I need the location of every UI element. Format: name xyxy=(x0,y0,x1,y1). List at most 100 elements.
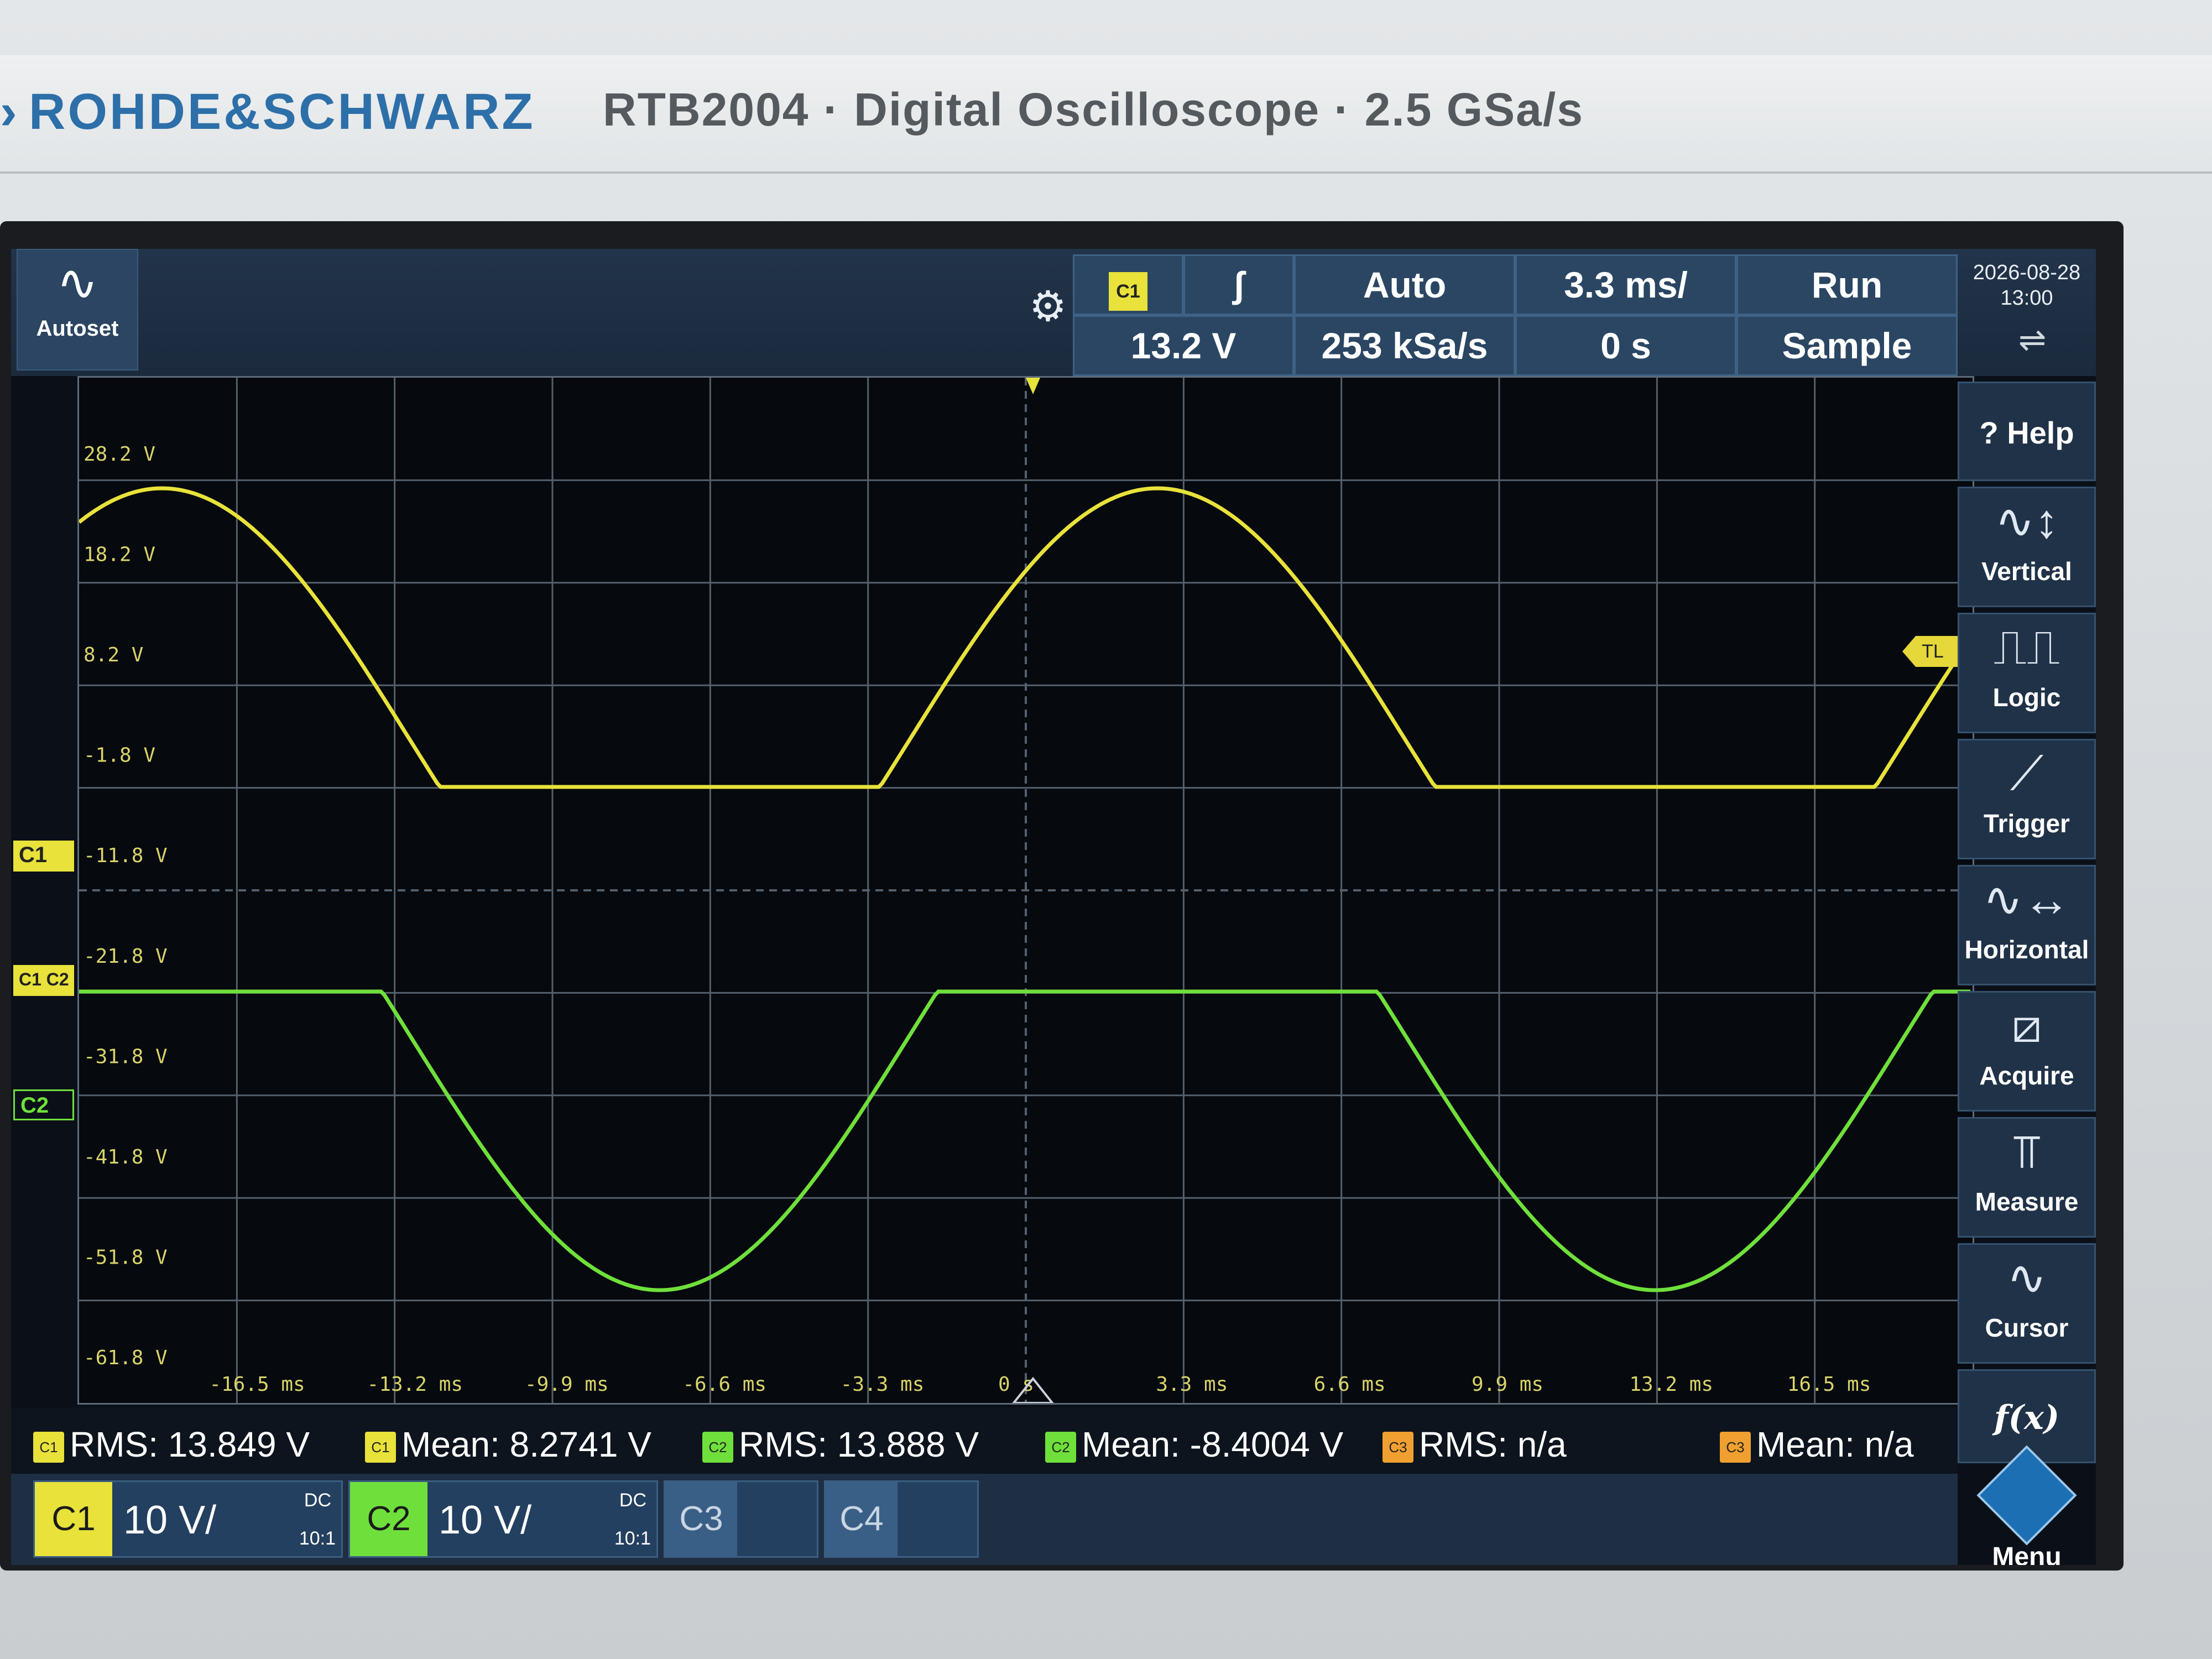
channel-scale: 10 V/ xyxy=(123,1498,217,1542)
meas-tag: C2 xyxy=(702,1432,733,1463)
grid-lines xyxy=(79,378,1973,1403)
meas-c3-rms[interactable]: C3 RMS: n/a xyxy=(1383,1424,1567,1465)
rising-edge-icon: ʃ xyxy=(1233,264,1245,305)
run-state-cell[interactable]: Run xyxy=(1736,254,1958,315)
meas-value: Mean: -8.4004 V xyxy=(1082,1425,1344,1464)
brand-name: ROHDE&SCHWARZ xyxy=(29,84,535,140)
x-axis-label: -9.9 ms xyxy=(525,1373,609,1396)
x-axis-label: 13.2 ms xyxy=(1629,1373,1713,1396)
channel-id: C1 xyxy=(35,1482,112,1556)
y-axis-label: 8.2 V xyxy=(84,644,143,666)
sample-rate-cell[interactable]: 253 kSa/s xyxy=(1294,315,1515,376)
channel-coupling: DC xyxy=(619,1490,646,1511)
y-axis-label: -51.8 V xyxy=(84,1246,168,1269)
trigger-button[interactable]: ⟋ Trigger xyxy=(1958,739,2096,859)
side-menu: ? Help ∿↕ Vertical ⎍⎍ Logic ⟋ Trigger ∿↔… xyxy=(1958,382,2096,1565)
meas-c2-rms[interactable]: C2 RMS: 13.888 V xyxy=(702,1424,979,1465)
acquisition-mode-cell[interactable]: Sample xyxy=(1736,315,1958,376)
logic-label: Logic xyxy=(1992,683,2061,712)
trigger-label: Trigger xyxy=(1984,809,2070,838)
x-axis-label: 16.5 ms xyxy=(1787,1373,1871,1396)
x-axis-labels: -16.5 ms -13.2 ms -9.9 ms -6.6 ms -3.3 ms 0 s… xyxy=(209,1373,1871,1396)
meas-value: RMS: n/a xyxy=(1419,1425,1567,1464)
meas-tag: C1 xyxy=(365,1432,396,1463)
measure-button[interactable]: ⫪ Measure xyxy=(1958,1117,2096,1238)
channel-id: C2 xyxy=(350,1482,427,1556)
y-axis-label: 18.2 V xyxy=(84,544,155,566)
x-axis-label: -6.6 ms xyxy=(682,1373,766,1396)
autoset-icon: ∿ xyxy=(56,255,98,311)
trigger-icon: ⟋ xyxy=(2010,747,2044,800)
trigger-slope-cell[interactable]: ʃ xyxy=(1183,254,1294,315)
y-axis-label: -11.8 V xyxy=(84,844,168,867)
channel-probe: 10:1 xyxy=(614,1528,651,1549)
acquire-icon: ⧄ xyxy=(2011,999,2042,1052)
y-axis-label: -31.8 V xyxy=(84,1045,168,1068)
logic-button[interactable]: ⎍⎍ Logic xyxy=(1958,613,2096,733)
settings-gear-icon[interactable]: ⚙ xyxy=(1023,282,1073,332)
meas-value: Mean: 8.2741 V xyxy=(401,1425,651,1464)
meas-c2-mean[interactable]: C2 Mean: -8.4004 V xyxy=(1045,1424,1343,1465)
y-axis-label: -61.8 V xyxy=(84,1347,168,1369)
measure-icon: ⫪ xyxy=(2013,1125,2041,1178)
meas-tag: C3 xyxy=(1720,1432,1751,1463)
trigger-source-badge: C1 xyxy=(1109,272,1147,311)
menu-button[interactable]: Menu xyxy=(1958,1445,2096,1565)
waveform-grid[interactable]: 28.2 V 18.2 V 8.2 V -1.8 V -11.8 V -21.8 V -31… xyxy=(77,376,1974,1405)
y-axis-label: 28.2 V xyxy=(84,443,155,466)
y-axis-label: -41.8 V xyxy=(84,1146,168,1168)
c2-level-marker[interactable]: C2 xyxy=(13,1089,74,1120)
date-time: 2026-08-28 13:00 xyxy=(1963,260,2090,311)
x-axis-label: 6.6 ms xyxy=(1314,1373,1386,1396)
vertical-label: Vertical xyxy=(1981,557,2072,586)
channel-c3-tile[interactable]: C3 xyxy=(664,1480,818,1558)
meas-c1-mean[interactable]: C1 Mean: 8.2741 V xyxy=(365,1424,651,1465)
help-label: ? Help xyxy=(1979,415,2074,450)
meas-value: Mean: n/a xyxy=(1756,1425,1914,1464)
meas-tag: C3 xyxy=(1383,1432,1413,1463)
usb-icon: ⇌ xyxy=(2018,321,2047,358)
trigger-source-cell[interactable]: C1 xyxy=(1073,254,1183,315)
y-axis-labels: 28.2 V 18.2 V 8.2 V -1.8 V -11.8 V -21.8 V -31… xyxy=(84,443,168,1369)
channel-id: C3 xyxy=(665,1482,737,1556)
horizontal-label: Horizontal xyxy=(1964,935,2089,964)
horizontal-button[interactable]: ∿↔ Horizontal xyxy=(1958,865,2096,985)
y-axis-label: -21.8 V xyxy=(84,945,168,968)
vertical-button[interactable]: ∿↕ Vertical xyxy=(1958,487,2096,607)
time-offset-cell[interactable]: 0 s xyxy=(1515,315,1736,376)
autoset-button[interactable]: ∿ Autoset xyxy=(17,249,138,371)
meas-tag: C2 xyxy=(1045,1432,1076,1463)
date-text: 2026-08-28 xyxy=(1973,261,2081,284)
c1-level-marker[interactable]: C1 xyxy=(13,841,74,872)
trigger-position-marker xyxy=(1026,378,1040,394)
x-axis-label: -3.3 ms xyxy=(841,1373,925,1396)
horizontal-icon: ∿↔ xyxy=(1983,873,2071,926)
c1-c2-offset-marker[interactable]: C1 C2 xyxy=(13,965,74,996)
channel-coupling: DC xyxy=(304,1490,331,1511)
x-axis-label: 9.9 ms xyxy=(1472,1373,1543,1396)
trigger-level-cell[interactable]: 13.2 V xyxy=(1073,315,1294,376)
help-button[interactable]: ? Help xyxy=(1958,382,2096,481)
cursor-button[interactable]: ∿ Cursor xyxy=(1958,1243,2096,1364)
measurement-bar: C1 RMS: 13.849 V C1 Mean: 8.2741 V C2 RMS: … xyxy=(11,1407,1958,1479)
channel-c4-tile[interactable]: C4 xyxy=(824,1480,979,1558)
waveform-canvas: 28.2 V 18.2 V 8.2 V -1.8 V -11.8 V -21.8 V -31… xyxy=(79,378,1973,1403)
channel-c2-tile[interactable]: C2 10 V/ DC 10:1 xyxy=(348,1480,658,1558)
vertical-icon: ∿↕ xyxy=(1995,495,2059,548)
time-text: 13:00 xyxy=(2000,286,2053,310)
trigger-mode-cell[interactable]: Auto xyxy=(1294,254,1515,315)
meas-c3-mean[interactable]: C3 Mean: n/a xyxy=(1720,1424,1914,1465)
channel-bar: C1 10 V/ DC 10:1 C2 10 V/ DC 10:1 C3 C4 xyxy=(11,1474,1958,1565)
top-toolbar: ∿ Autoset ⚙ C1 ʃ Auto 3.3 ms/ Run 13.2 V… xyxy=(11,249,2096,376)
x-axis-label: 3.3 ms xyxy=(1156,1373,1228,1396)
acquire-button[interactable]: ⧄ Acquire xyxy=(1958,991,2096,1112)
meas-c1-rms[interactable]: C1 RMS: 13.849 V xyxy=(33,1424,310,1465)
acquire-label: Acquire xyxy=(1979,1061,2074,1090)
channel-c1-tile[interactable]: C1 10 V/ DC 10:1 xyxy=(33,1480,343,1558)
y-axis-label: -1.8 V xyxy=(84,744,155,767)
meas-tag: C1 xyxy=(33,1432,64,1463)
time-scale-cell[interactable]: 3.3 ms/ xyxy=(1515,254,1736,315)
meas-value: RMS: 13.888 V xyxy=(739,1425,979,1464)
measure-label: Measure xyxy=(1975,1187,2079,1216)
model-line: RTB2004 · Digital Oscilloscope · 2.5 GSa… xyxy=(603,84,1584,135)
